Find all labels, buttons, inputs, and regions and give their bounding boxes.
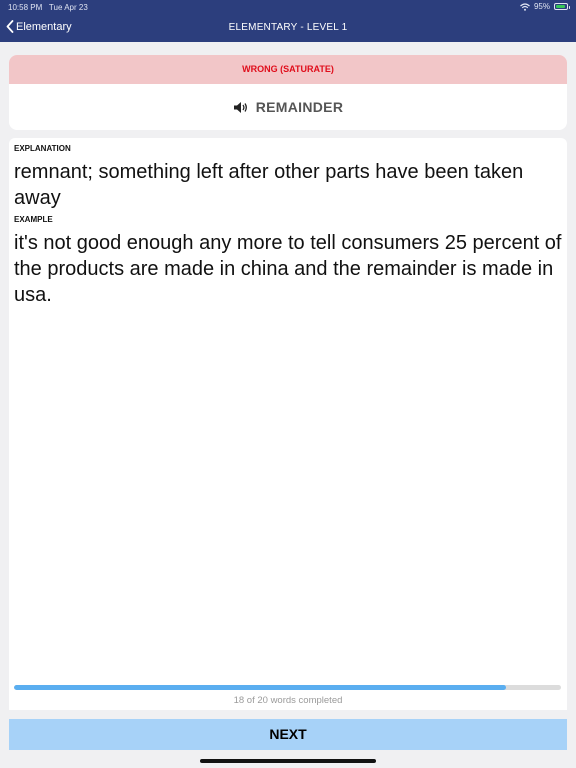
page-title: ELEMENTARY - LEVEL 1 bbox=[228, 22, 348, 33]
status-indicators: 95% bbox=[520, 2, 570, 11]
speaker-icon[interactable] bbox=[233, 101, 249, 114]
wifi-icon bbox=[520, 2, 530, 11]
status-time: 10:58 PM Tue Apr 23 bbox=[8, 3, 88, 12]
status-date: Tue Apr 23 bbox=[48, 3, 88, 12]
explanation-text: remnant; something left after other part… bbox=[14, 161, 524, 209]
status-bar: 10:58 PM Tue Apr 23 95% bbox=[0, 0, 576, 14]
progress-text: 18 of 20 words completed bbox=[233, 695, 343, 706]
example-text: it's not good enough any more to tell co… bbox=[14, 232, 562, 306]
next-button[interactable]: NEXT bbox=[9, 719, 567, 750]
example-label: EXAMPLE bbox=[14, 215, 53, 224]
vocabulary-word: REMAINDER bbox=[255, 99, 344, 115]
word-row: REMAINDER bbox=[9, 84, 567, 130]
navigation-bar: 10:58 PM Tue Apr 23 95% Elementary ELEME… bbox=[0, 0, 576, 42]
status-clock: 10:58 PM bbox=[8, 3, 43, 12]
battery-percent: 95% bbox=[533, 2, 550, 11]
result-banner: WRONG (SATURATE) bbox=[9, 55, 567, 84]
battery-icon bbox=[554, 3, 570, 10]
progress-bar-fill bbox=[14, 685, 507, 690]
definition-card: EXPLANATION remnant; something left afte… bbox=[9, 138, 567, 710]
word-card: WRONG (SATURATE) REMAINDER bbox=[9, 55, 567, 130]
progress-bar bbox=[14, 685, 561, 690]
explanation-label: EXPLANATION bbox=[14, 144, 71, 153]
home-indicator bbox=[200, 759, 376, 763]
